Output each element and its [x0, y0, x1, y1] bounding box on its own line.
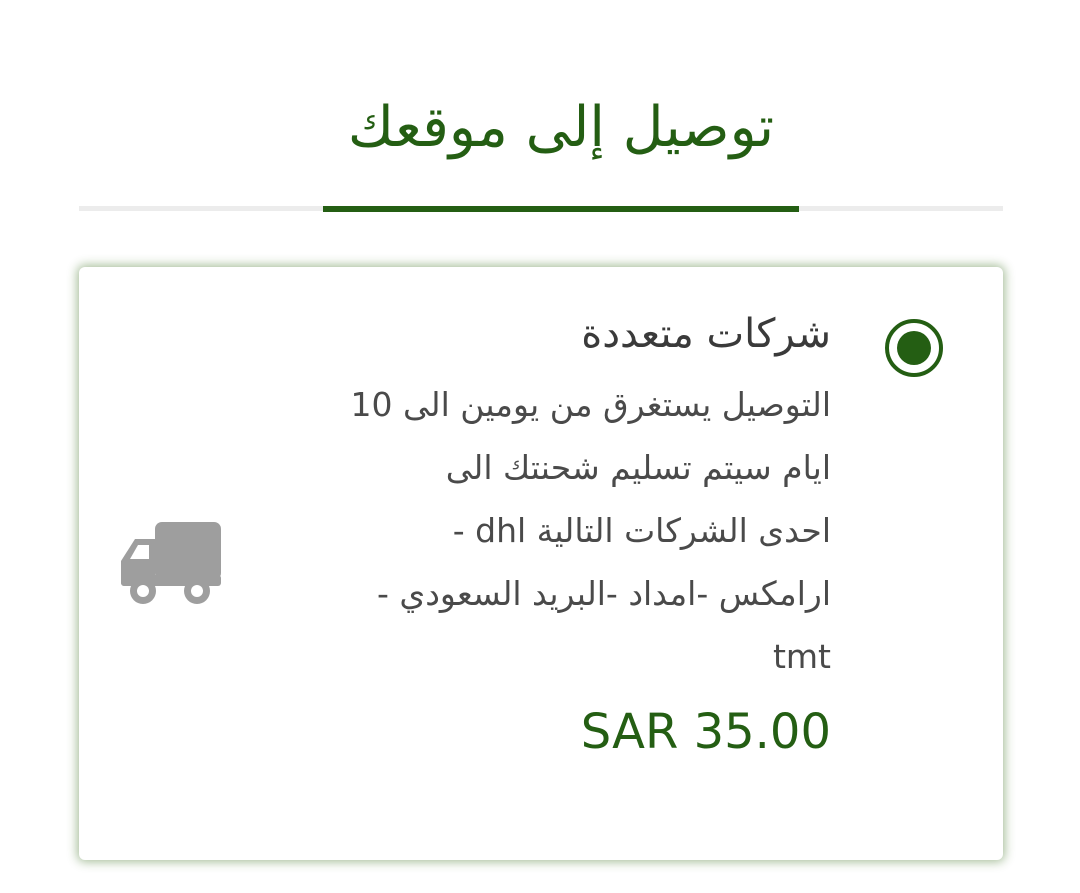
- shipping-option-description: التوصيل يستغرق من يومين الى 10 ايام سيتم…: [350, 385, 831, 676]
- shipping-option-radio[interactable]: [885, 319, 943, 377]
- truck-icon: [121, 522, 221, 604]
- shipping-option-card[interactable]: شركات متعددة التوصيل يستغرق من يومين الى…: [79, 267, 1003, 860]
- active-tab-indicator: [323, 206, 799, 212]
- radio-selected-dot: [897, 331, 931, 365]
- shipping-option-price: SAR 35.00: [580, 704, 831, 760]
- shipping-option-details: شركات متعددة التوصيل يستغرق من يومين الى…: [229, 305, 831, 762]
- tab-delivery-to-location[interactable]: توصيل إلى موقعك: [323, 88, 799, 168]
- shipping-option-title: شركات متعددة: [581, 311, 831, 357]
